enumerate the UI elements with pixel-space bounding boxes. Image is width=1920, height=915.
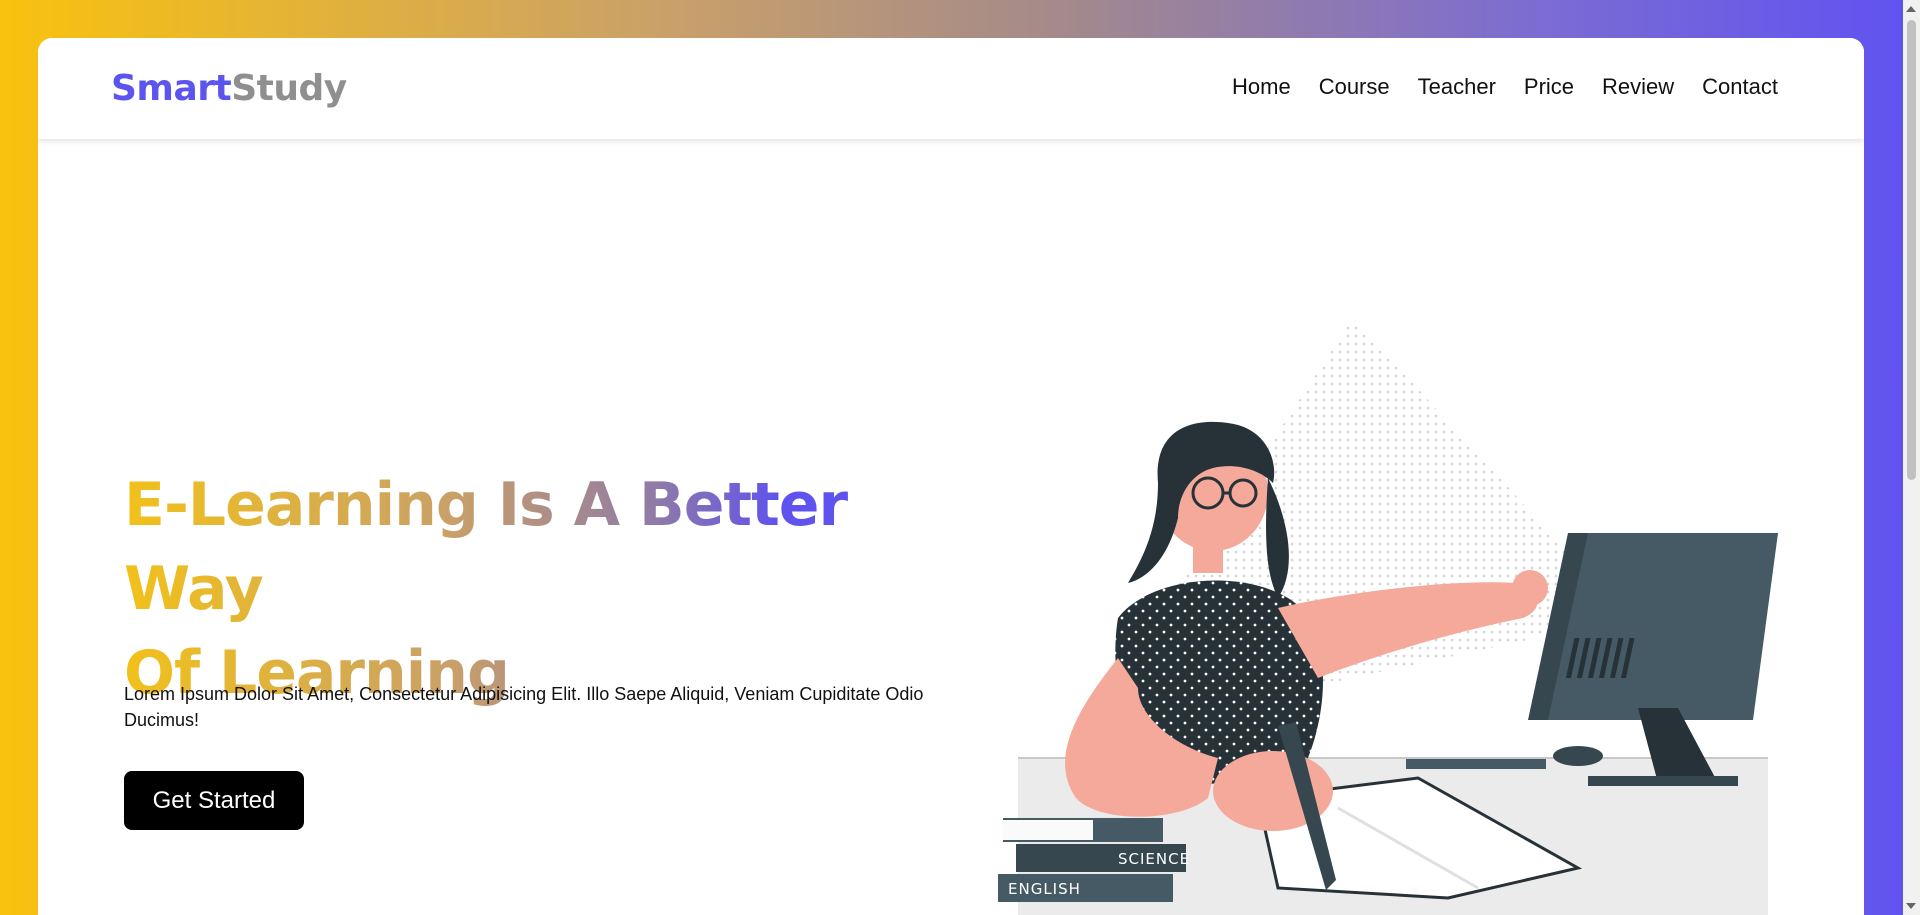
nav-link-home[interactable]: Home bbox=[1232, 74, 1291, 100]
hero-title: E-Learning Is A Better Way Of Learning bbox=[124, 463, 944, 715]
book-label-english: ENGLISH bbox=[1008, 880, 1081, 898]
scroll-down-arrow-icon[interactable] bbox=[1906, 903, 1916, 909]
brand-logo[interactable]: SmartStudy bbox=[111, 68, 347, 109]
brand-logo-part2: Study bbox=[231, 68, 347, 109]
hero-title-line1: E-Learning Is A Better Way bbox=[124, 470, 848, 624]
student-at-computer-illustration: SCIENCE ENGLISH bbox=[998, 318, 1778, 915]
brand-logo-part1: Smart bbox=[111, 68, 232, 109]
book-label-science: SCIENCE bbox=[1118, 850, 1190, 868]
hero-description: Lorem Ipsum Dolor Sit Amet, Consectetur … bbox=[124, 684, 924, 730]
mouse bbox=[1553, 746, 1603, 766]
nav-link-course[interactable]: Course bbox=[1319, 74, 1390, 100]
keyboard bbox=[1406, 759, 1546, 769]
scroll-thumb[interactable] bbox=[1907, 20, 1916, 480]
nav-link-teacher[interactable]: Teacher bbox=[1418, 74, 1496, 100]
nav-link-contact[interactable]: Contact bbox=[1702, 74, 1778, 100]
page-scrollbar[interactable] bbox=[1903, 0, 1920, 915]
site-header: SmartStudy Home Course Teacher Price Rev… bbox=[38, 38, 1864, 139]
nav-link-review[interactable]: Review bbox=[1602, 74, 1674, 100]
page-container: SmartStudy Home Course Teacher Price Rev… bbox=[38, 38, 1864, 915]
get-started-button[interactable]: Get Started bbox=[124, 771, 304, 830]
scroll-up-arrow-icon[interactable] bbox=[1906, 6, 1916, 12]
nav-link-price[interactable]: Price bbox=[1524, 74, 1574, 100]
main-nav: Home Course Teacher Price Review Contact bbox=[1232, 74, 1778, 100]
